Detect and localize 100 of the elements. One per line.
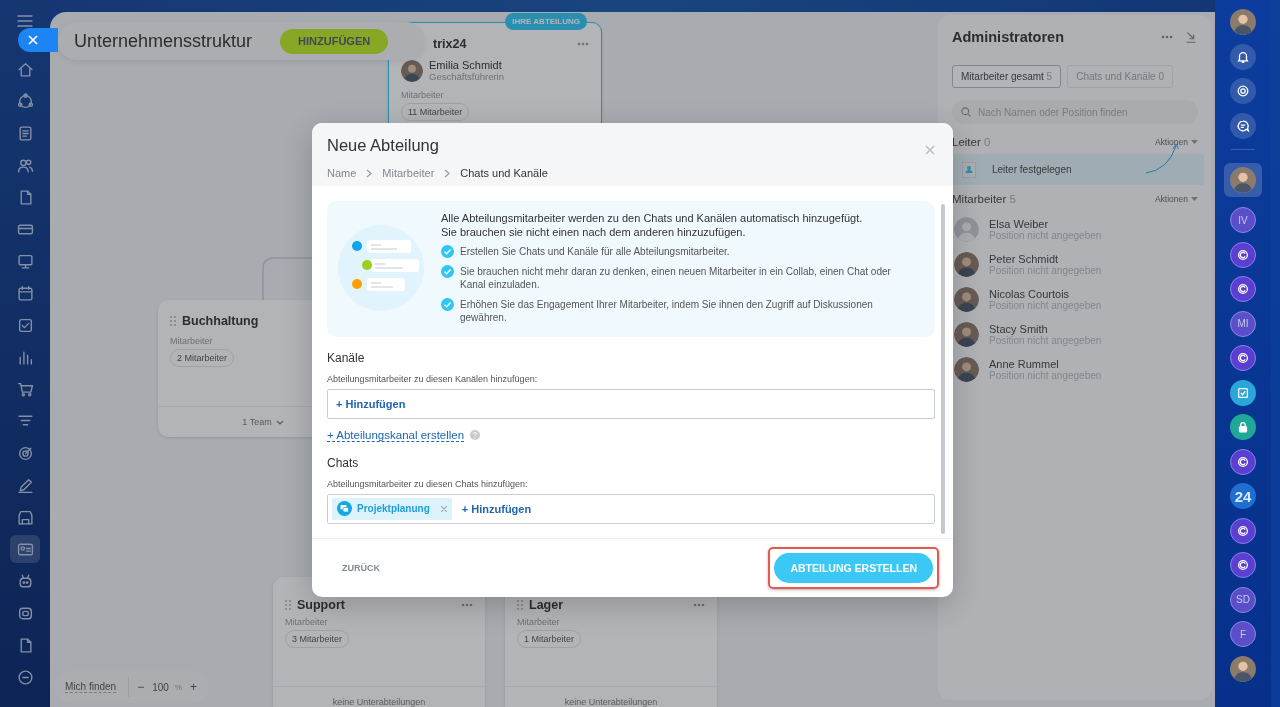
create-channel-link[interactable]: + Abteilungskanal erstellen xyxy=(327,428,465,442)
drag-handle-icon[interactable] xyxy=(170,316,176,326)
department-title: Buchhaltung xyxy=(182,314,259,328)
avatar[interactable] xyxy=(1230,9,1256,35)
person-card-icon xyxy=(962,161,976,178)
flow-icon xyxy=(16,92,34,110)
zoom-unit: % xyxy=(174,682,182,692)
channel-icon[interactable] xyxy=(1230,345,1256,371)
add-link[interactable]: + Hinzufügen xyxy=(457,502,536,515)
avatar[interactable] xyxy=(1230,166,1256,193)
info-text: Alle Abteilungsmitarbeiter werden zu den Chats und Kanälen automatisch hinzugefügt. xyxy=(441,211,864,225)
selected-chat-tile[interactable] xyxy=(1224,162,1262,197)
actions-dropdown[interactable]: Aktionen xyxy=(1154,194,1198,204)
cart-icon xyxy=(16,380,34,398)
scrollbar[interactable] xyxy=(941,204,945,534)
more-icon[interactable] xyxy=(1160,35,1174,39)
channel-selector[interactable]: + Hinzufügen xyxy=(327,388,935,419)
initials-avatar[interactable]: SD xyxy=(1230,586,1256,613)
avatar xyxy=(954,322,979,347)
calendar-icon xyxy=(16,284,34,302)
id-card-icon xyxy=(16,540,34,558)
document-icon xyxy=(16,124,34,142)
channel-icon[interactable] xyxy=(1230,552,1256,578)
member-name[interactable]: Anne Rummel xyxy=(989,358,1102,370)
subdepartments-text[interactable]: 1 Team xyxy=(242,417,272,427)
channel-icon[interactable] xyxy=(1230,448,1256,475)
menu-icon[interactable] xyxy=(17,14,33,28)
back-button[interactable]: ZURÜCK xyxy=(334,559,388,577)
subdepartments-text[interactable]: keine Unterabteilungen xyxy=(564,697,658,707)
box-icon xyxy=(16,604,34,622)
leader-row[interactable]: Leiter festgelegen xyxy=(952,154,1204,185)
section-title: Chats xyxy=(327,455,360,470)
section-title: Kanäle xyxy=(327,350,366,365)
task-board-icon[interactable] xyxy=(1230,379,1256,406)
benefit-text: Sie brauchen nicht mehr daran zu denken, einen neuen Mitarbeiter in ein Collab, einen Chat oder Kanal einzuladen. xyxy=(460,264,892,292)
collapse-icon[interactable] xyxy=(1184,30,1198,44)
avatar[interactable] xyxy=(1230,655,1256,682)
avatar xyxy=(954,252,979,277)
more-icon[interactable] xyxy=(577,42,589,46)
check-icon xyxy=(441,264,454,278)
page-title: Unternehmensstruktur xyxy=(74,30,253,52)
find-me-link[interactable]: Mich finden xyxy=(65,681,117,693)
subdepartments-text[interactable]: keine Unterabteilungen xyxy=(332,697,426,707)
more-icon[interactable] xyxy=(461,603,473,607)
members-label: Mitarbeiter xyxy=(516,616,561,627)
benefit-text: Erstellen Sie Chats und Kanäle für alle Abteilungsmitarbeiter. xyxy=(460,245,730,259)
dialog-title: Neue Abteilung xyxy=(327,136,439,155)
department-title: Lager xyxy=(529,598,564,612)
channel-icon[interactable] xyxy=(1230,241,1256,268)
channel-icon[interactable] xyxy=(1230,517,1256,544)
store-icon xyxy=(16,508,34,526)
board-icon xyxy=(16,252,34,270)
drag-handle-icon[interactable] xyxy=(517,600,523,610)
head-role: Geschäftsführerin xyxy=(429,71,504,82)
close-button[interactable] xyxy=(18,28,58,52)
initials-avatar[interactable]: MI xyxy=(1230,310,1256,337)
department-title: trix24 xyxy=(433,37,467,51)
member-name[interactable]: Elsa Weiber xyxy=(989,218,1102,230)
member-name[interactable]: Stacy Smith xyxy=(989,323,1102,335)
step-link[interactable]: Name xyxy=(327,167,357,179)
drag-handle-icon[interactable] xyxy=(285,600,291,610)
members-label: Mitarbeiter xyxy=(284,616,329,627)
member-name[interactable]: Peter Schmidt xyxy=(989,253,1102,265)
add-button[interactable]: HINZUFÜGEN xyxy=(280,28,389,54)
pen-icon xyxy=(16,476,34,494)
logo-avatar[interactable]: 24 xyxy=(1230,483,1256,509)
avatar xyxy=(954,287,979,312)
actions-dropdown[interactable]: Aktionen xyxy=(1154,137,1198,147)
search-icon xyxy=(960,106,972,118)
connector-line xyxy=(262,257,314,301)
members-label: Mitarbeiter xyxy=(400,89,445,100)
home-icon xyxy=(16,60,34,78)
zoom-in-button[interactable]: + xyxy=(187,680,199,694)
initials-avatar[interactable]: F xyxy=(1230,621,1256,647)
more-icon[interactable] xyxy=(693,603,705,607)
chevron-right-icon xyxy=(366,168,373,178)
initials-avatar[interactable]: IV xyxy=(1230,207,1256,233)
channel-icon[interactable] xyxy=(1230,276,1256,302)
step-link[interactable]: Chats und Kanäle xyxy=(460,167,548,179)
chat-tag[interactable]: Projektplanung xyxy=(332,497,452,520)
caret-icon xyxy=(1191,197,1198,201)
panel-title: Administratoren xyxy=(952,29,1064,45)
member-name[interactable]: Nicolas Courtois xyxy=(989,288,1102,300)
field-label: Abteilungsmitarbeiter zu diesen Chats hinzufügen: xyxy=(327,478,529,489)
benefit-text: Erhöhen Sie das Engagement Ihrer Mitarbeiter, indem Sie ihnen den Zugriff auf Diskussionen gewähren. xyxy=(460,297,874,325)
head-name: Emilia Schmidt xyxy=(429,59,503,71)
members-label: Mitarbeiter xyxy=(169,335,214,346)
checkbox-icon xyxy=(16,316,34,334)
spiral-icon[interactable] xyxy=(1230,78,1256,104)
info-text: Sie brauchen sie nicht einen nach dem anderen hinzuzufügen. xyxy=(441,225,747,239)
step-link[interactable]: Mitarbeiter xyxy=(382,167,435,179)
check-icon xyxy=(441,245,454,258)
chat-selector[interactable]: Projektplanung + Hinzufügen xyxy=(327,493,935,524)
target-icon xyxy=(16,444,34,462)
close-icon xyxy=(28,35,38,45)
bell-icon[interactable] xyxy=(1230,43,1256,70)
robot-icon xyxy=(16,572,34,590)
zoom-out-button[interactable]: − xyxy=(135,680,147,694)
lock-icon[interactable] xyxy=(1230,414,1256,440)
chevron-down-icon[interactable] xyxy=(275,419,284,425)
